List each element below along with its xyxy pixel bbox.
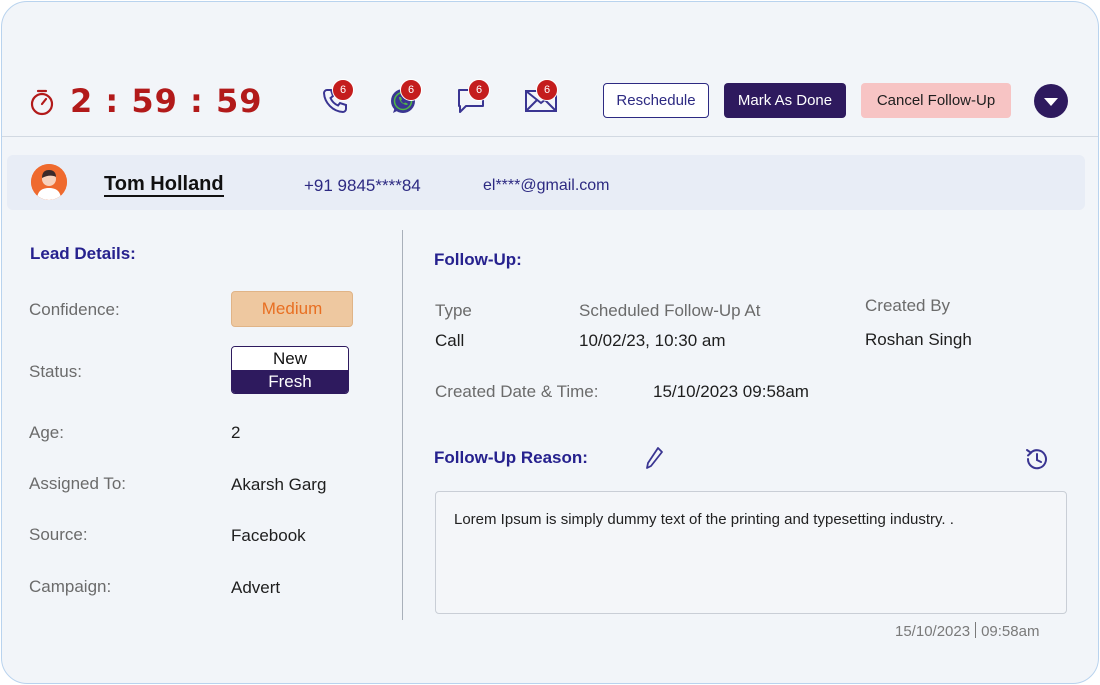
call-channel[interactable]: 6 (320, 79, 354, 114)
history-icon[interactable] (1023, 445, 1051, 473)
source-label: Source: (29, 525, 88, 544)
status-badge: New Fresh (231, 346, 349, 394)
sms-count-badge: 6 (468, 79, 490, 101)
timestamp-separator (975, 622, 977, 638)
created-by-label: Created By (865, 296, 951, 315)
campaign-label: Campaign: (29, 577, 112, 596)
whatsapp-count-badge: 6 (400, 79, 422, 101)
header-divider (2, 136, 1098, 137)
email-channel[interactable]: 6 (524, 79, 558, 114)
assigned-to-value: Akarsh Garg (231, 475, 327, 494)
status-substage: Fresh (232, 370, 348, 393)
sms-channel[interactable]: 6 (456, 79, 490, 114)
cancel-follow-up-button[interactable]: Cancel Follow-Up (861, 83, 1011, 118)
reason-timestamp-time: 09:58am (981, 623, 1040, 640)
confidence-badge: Medium (231, 291, 353, 327)
edit-pencil-icon[interactable] (644, 446, 664, 470)
avatar (31, 164, 67, 200)
confidence-label: Confidence: (29, 300, 120, 319)
channel-icons: 6 6 6 6 (320, 79, 592, 114)
status-label: Status: (29, 362, 82, 381)
source-value: Facebook (231, 526, 306, 545)
campaign-value: Advert (231, 578, 281, 597)
follow-up-reason-text: Lorem Ipsum is simply dummy text of the … (435, 491, 1067, 614)
created-date-label: Created Date & Time: (435, 382, 599, 401)
contact-phone: +91 9845****84 (304, 176, 421, 195)
contact-email: el****@gmail.com (483, 177, 610, 194)
scheduled-at-label: Scheduled Follow-Up At (579, 301, 761, 320)
mark-as-done-button[interactable]: Mark As Done (724, 83, 846, 118)
age-value: 2 (231, 423, 241, 442)
type-value: Call (435, 331, 465, 350)
lead-details-title: Lead Details: (30, 244, 136, 263)
reason-timestamp-date: 15/10/2023 (895, 623, 971, 640)
column-divider (402, 230, 403, 620)
follow-up-title: Follow-Up: (434, 250, 522, 269)
whatsapp-channel[interactable]: 6 (388, 79, 422, 114)
created-date-value: 15/10/2023 09:58am (653, 382, 809, 401)
user-avatar-icon (31, 164, 67, 200)
reschedule-button[interactable]: Reschedule (603, 83, 709, 118)
assigned-to-label: Assigned To: (29, 474, 127, 493)
follow-up-reason-title: Follow-Up Reason: (434, 448, 588, 467)
timer-display: 2 : 59 : 59 (70, 82, 263, 120)
contact-name-link[interactable]: Tom Holland (104, 173, 224, 197)
type-label: Type (435, 301, 472, 320)
reason-timestamp: 15/10/2023 09:58am (895, 622, 1039, 640)
contact-bar: Tom Holland +91 9845****84 el****@gmail.… (7, 155, 1085, 210)
email-count-badge: 6 (536, 79, 558, 101)
followup-card: 2 : 59 : 59 59 6 6 6 (1, 1, 1099, 684)
call-count-badge: 6 (332, 79, 354, 101)
countdown-timer: 2 : 59 : 59 59 (28, 80, 262, 130)
created-by-value: Roshan Singh (865, 330, 972, 349)
stopwatch-icon (30, 89, 54, 116)
age-label: Age: (29, 423, 64, 442)
scheduled-at-value: 10/02/23, 10:30 am (579, 331, 726, 350)
more-options-dropdown[interactable] (1034, 84, 1068, 118)
status-stage: New (232, 347, 348, 370)
timer-next-digit: 59 (170, 124, 215, 130)
